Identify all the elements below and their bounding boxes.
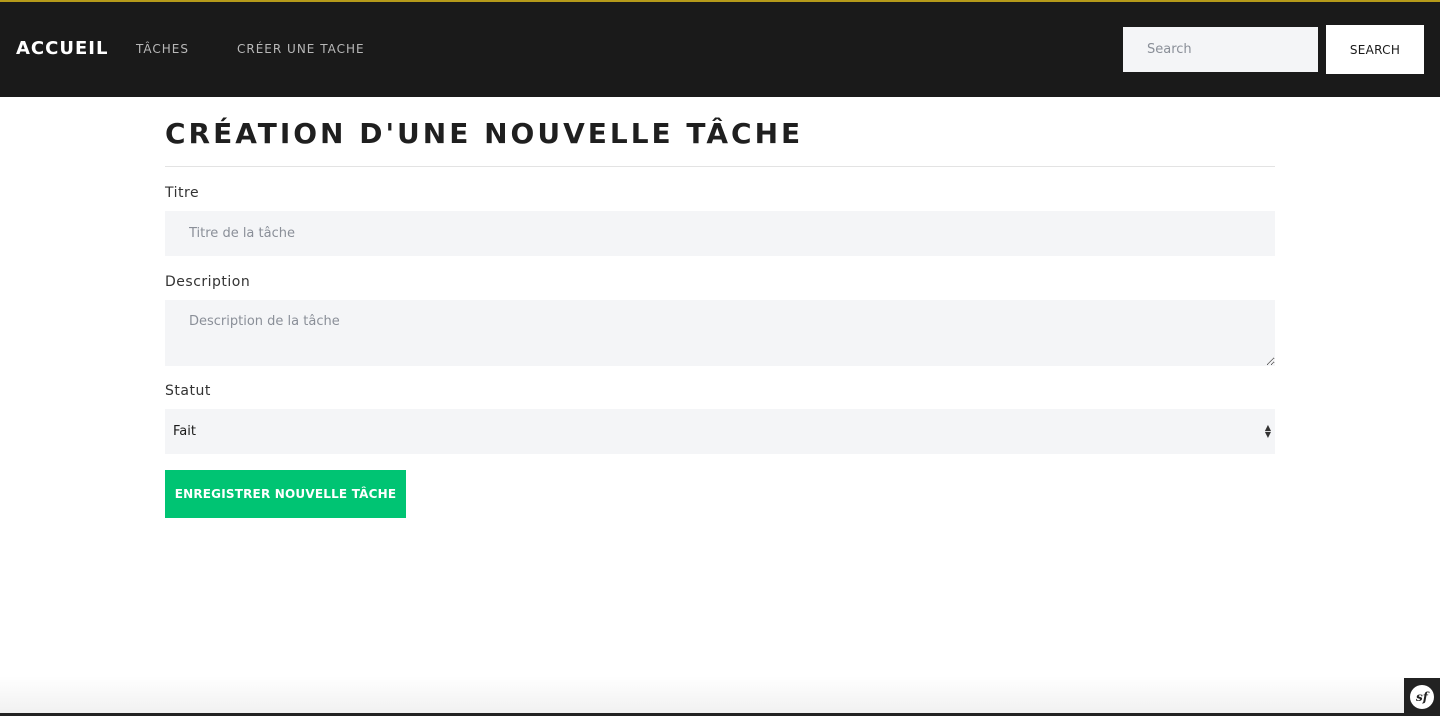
debug-toolbar-toggle[interactable]: sf	[1404, 678, 1440, 716]
symfony-icon: sf	[1410, 685, 1434, 709]
description-textarea[interactable]	[165, 300, 1275, 366]
statut-label: Statut	[165, 383, 211, 399]
save-task-button[interactable]: ENREGISTRER NOUVELLE TÂCHE	[165, 470, 406, 518]
titre-input[interactable]	[165, 211, 1275, 256]
search-input[interactable]	[1123, 27, 1318, 72]
top-navbar: ACCUEIL TÂCHES CRÉER UNE TACHE SEARCH	[0, 0, 1440, 97]
description-label: Description	[165, 274, 251, 290]
select-arrows-icon: ▲ ▼	[1264, 423, 1271, 439]
page-title: CRÉATION D'UNE NOUVELLE TÂCHE	[165, 117, 1275, 167]
search-button[interactable]: SEARCH	[1326, 25, 1424, 74]
nav-link-tasks[interactable]: TÂCHES	[136, 42, 189, 56]
main-content: CRÉATION D'UNE NOUVELLE TÂCHE Titre Desc…	[165, 97, 1275, 518]
statut-select[interactable]: Fait ▲ ▼	[165, 409, 1275, 454]
statut-selected-value: Fait	[173, 424, 196, 439]
bottom-shadow	[0, 676, 1440, 716]
titre-label: Titre	[165, 185, 200, 201]
brand-home-link[interactable]: ACCUEIL	[16, 38, 108, 59]
nav-link-create-task[interactable]: CRÉER UNE TACHE	[237, 42, 365, 56]
new-task-form: Titre Description Statut Fait ▲▼ ENREGIS…	[165, 185, 1275, 518]
